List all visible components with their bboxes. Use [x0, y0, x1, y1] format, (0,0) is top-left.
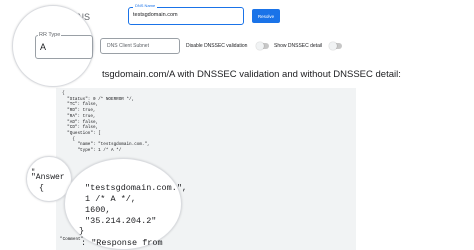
- dns-name-label: DNS Name: [133, 3, 158, 9]
- answer-key: "Answer: [31, 173, 65, 182]
- client-subnet-placeholder: DNS Client Subnet: [107, 43, 149, 49]
- show-dnssec-label: Show DNSSEC detail: [274, 43, 323, 49]
- answer-type: 1 /* A */,: [85, 194, 137, 204]
- rr-type-magnifier: RR Type A: [12, 5, 94, 87]
- disable-dnssec-toggle[interactable]: [256, 42, 269, 50]
- brace-open: {: [39, 184, 44, 193]
- comment-key: "Comment": [60, 237, 84, 242]
- code-line: "type": 1 /* A */: [62, 148, 122, 154]
- answer-close: }: [79, 226, 85, 236]
- rr-type-value: A: [40, 42, 47, 52]
- comment-value: : "Response from: [81, 238, 168, 248]
- answer-ttl: 1600,: [85, 205, 111, 215]
- answer-name: "testsgdomain.com.",: [85, 183, 188, 193]
- dns-name-input[interactable]: [133, 12, 239, 18]
- show-dnssec-toggle[interactable]: [329, 42, 342, 50]
- client-subnet-field[interactable]: DNS Client Subnet: [100, 38, 180, 54]
- answer-data: "35.214.204.2": [85, 216, 157, 226]
- rr-type-label: RR Type: [38, 32, 62, 38]
- dns-name-field[interactable]: DNS Name: [128, 3, 244, 25]
- resolve-button[interactable]: Resolve: [252, 9, 280, 23]
- result-heading: tsgdomain.com/A with DNSSEC validation a…: [102, 69, 401, 80]
- disable-dnssec-label: Disable DNSSEC validation: [186, 43, 248, 49]
